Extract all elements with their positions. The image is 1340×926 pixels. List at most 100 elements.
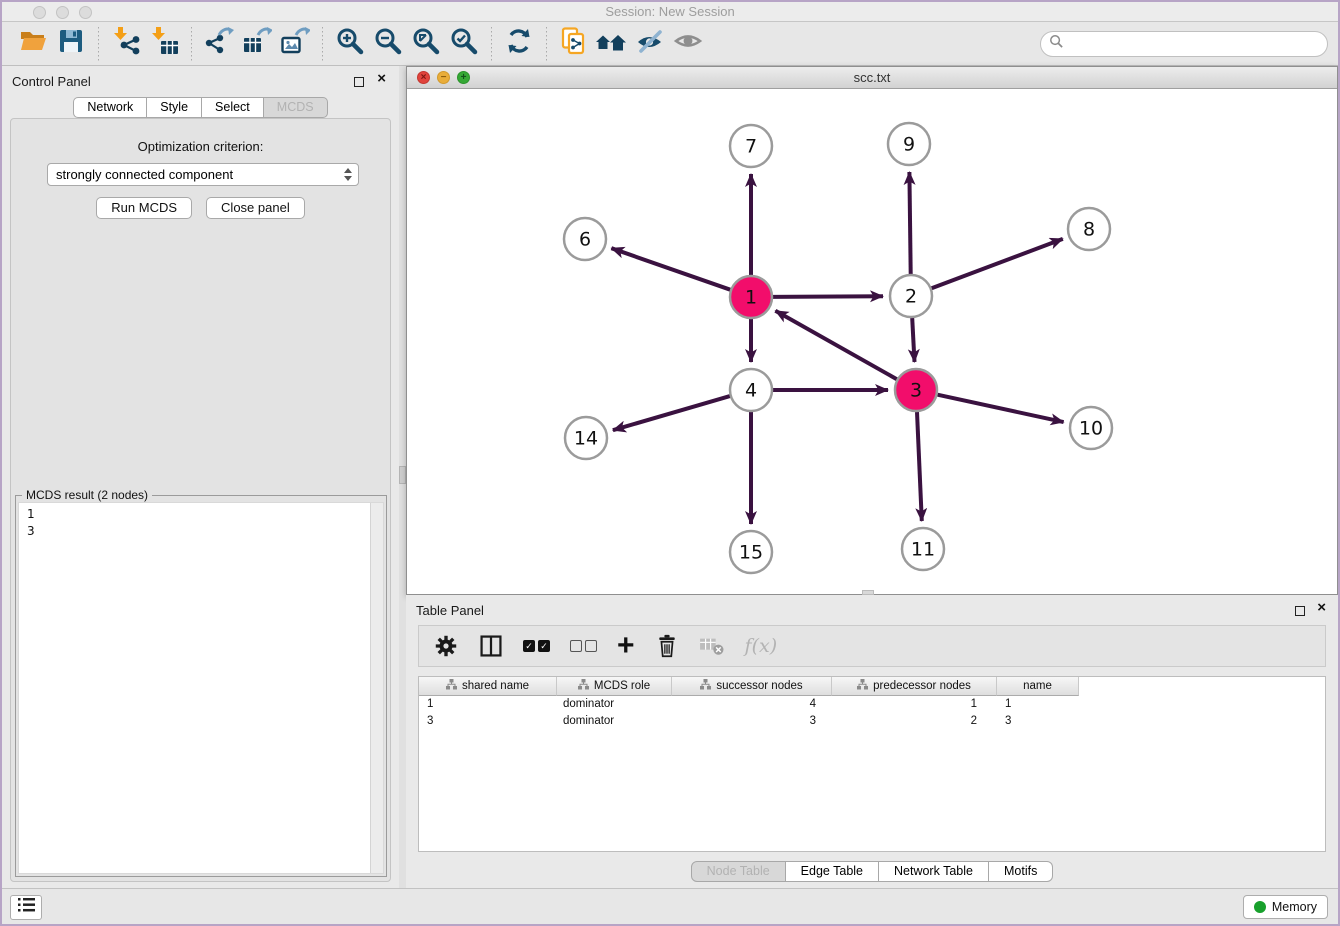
column-header-successor-nodes[interactable]: successor nodes — [672, 677, 832, 696]
graph-node-label: 10 — [1079, 418, 1103, 440]
graph-node-label: 1 — [745, 287, 757, 309]
column-header-name[interactable]: name — [997, 677, 1079, 696]
save-floppy-icon — [56, 26, 86, 61]
float-panel-icon[interactable] — [354, 77, 364, 87]
save-session-button[interactable] — [52, 26, 90, 62]
graph-node-2[interactable]: 2 — [890, 275, 932, 317]
search-input[interactable] — [1069, 34, 1327, 54]
column-header-predecessor-nodes[interactable]: predecessor nodes — [832, 677, 997, 696]
table-tab-network-table[interactable]: Network Table — [879, 861, 989, 882]
graph-edge-3-10[interactable] — [938, 395, 1064, 422]
refresh-view-button[interactable] — [500, 26, 538, 62]
graph-node-label: 4 — [745, 380, 757, 402]
graph-node-4[interactable]: 4 — [730, 369, 772, 411]
graph-node-14[interactable]: 14 — [565, 417, 607, 459]
mcds-result-lines: 1 3 — [19, 503, 383, 543]
network-canvas[interactable]: 7 9 6 8 1 2 4 3 14 10 15 11 — [407, 89, 1337, 594]
result-scrollbar[interactable] — [370, 503, 383, 873]
mcds-result-title: MCDS result (2 nodes) — [22, 488, 152, 502]
import-network-button[interactable] — [107, 26, 145, 62]
graph-node-1[interactable]: 1 — [730, 276, 772, 318]
close-panel-icon[interactable]: × — [377, 70, 386, 87]
tab-network[interactable]: Network — [73, 97, 147, 118]
graph-node-label: 8 — [1083, 219, 1095, 241]
graph-edge-3-1[interactable] — [775, 311, 896, 380]
graph-node-10[interactable]: 10 — [1070, 407, 1112, 449]
select-stepper-icon — [344, 168, 352, 181]
memory-label: Memory — [1272, 900, 1317, 914]
graph-node-7[interactable]: 7 — [730, 125, 772, 167]
show-details-button[interactable] — [669, 26, 707, 62]
select-all-columns-button[interactable]: ✓ ✓ — [523, 640, 550, 652]
graph-edge-4-14[interactable] — [613, 396, 730, 430]
hide-details-button[interactable] — [631, 26, 669, 62]
graph-edge-3-11[interactable] — [917, 412, 922, 521]
table-tab-node-table[interactable]: Node Table — [691, 861, 786, 882]
add-column-button[interactable]: + — [617, 633, 635, 659]
graph-edge-2-9[interactable] — [909, 172, 910, 274]
table-tab-motifs[interactable]: Motifs — [989, 861, 1053, 882]
table-row[interactable]: 1dominator411 — [419, 696, 1325, 713]
toolbar-separator — [546, 27, 547, 61]
graph-edge-2-8[interactable] — [932, 239, 1063, 288]
graph-node-9[interactable]: 9 — [888, 123, 930, 165]
import-table-button[interactable] — [145, 26, 183, 62]
column-header-MCDS-role[interactable]: MCDS role — [557, 677, 672, 696]
table-tab-edge-table[interactable]: Edge Table — [786, 861, 879, 882]
float-table-panel-icon[interactable] — [1295, 606, 1305, 616]
deselect-all-columns-button[interactable] — [570, 640, 597, 652]
graph-edge-1-6[interactable] — [611, 248, 730, 290]
function-builder-button[interactable]: f(x) — [745, 635, 778, 657]
export-table-button[interactable] — [238, 26, 276, 62]
close-panel-button[interactable]: Close panel — [206, 197, 305, 219]
delete-table-button[interactable] — [699, 635, 725, 657]
graph-node-15[interactable]: 15 — [730, 531, 772, 573]
graph-node-3[interactable]: 3 — [895, 369, 937, 411]
splitter-grip[interactable] — [399, 466, 406, 484]
node-table[interactable]: shared name MCDS role successor nodes pr… — [418, 676, 1326, 852]
graph-edge-1-2[interactable] — [773, 296, 883, 297]
graph-node-label: 9 — [903, 134, 915, 156]
graph-node-11[interactable]: 11 — [902, 528, 944, 570]
graph-node-label: 7 — [745, 136, 757, 158]
open-folder-icon — [18, 26, 48, 61]
graph-node-8[interactable]: 8 — [1068, 208, 1110, 250]
zoom-in-button[interactable] — [331, 26, 369, 62]
run-mcds-button[interactable]: Run MCDS — [96, 197, 192, 219]
close-table-panel-icon[interactable]: × — [1317, 599, 1326, 616]
home-layout-button[interactable] — [593, 26, 631, 62]
export-image-button[interactable] — [276, 26, 314, 62]
show-column-button[interactable] — [479, 634, 503, 658]
tab-style[interactable]: Style — [147, 97, 202, 118]
table-cell: 3 — [419, 713, 557, 730]
search-field[interactable] — [1040, 31, 1328, 57]
table-mode-gear-button[interactable] — [433, 633, 459, 659]
graph-edge-2-3[interactable] — [912, 318, 914, 362]
column-header-shared-name[interactable]: shared name — [419, 677, 557, 696]
houses-icon — [595, 26, 629, 61]
memory-button[interactable]: Memory — [1243, 895, 1328, 919]
main-toolbar — [2, 22, 1338, 66]
panel-splitter[interactable] — [399, 66, 406, 888]
open-session-button[interactable] — [14, 26, 52, 62]
tab-select[interactable]: Select — [202, 97, 264, 118]
toolbar-separator — [491, 27, 492, 61]
task-history-button[interactable] — [10, 895, 42, 920]
tree-hierarchy-icon — [446, 679, 457, 693]
delete-column-button[interactable] — [655, 633, 679, 659]
zoom-selected-button[interactable] — [445, 26, 483, 62]
mcds-result-textarea[interactable]: 1 3 — [18, 502, 384, 874]
table-row[interactable]: 3dominator323 — [419, 713, 1325, 730]
unchecked-checkbox-icon — [585, 640, 597, 652]
tab-mcds[interactable]: MCDS — [264, 97, 328, 118]
clone-network-button[interactable] — [555, 26, 593, 62]
zoom-out-button[interactable] — [369, 26, 407, 62]
export-network-button[interactable] — [200, 26, 238, 62]
status-bar: Memory — [2, 888, 1338, 924]
zoom-fit-button[interactable] — [407, 26, 445, 62]
optimization-criterion-select[interactable]: strongly connected component — [47, 163, 359, 186]
checked-checkbox-icon: ✓ — [523, 640, 535, 652]
eye-icon — [673, 26, 703, 61]
graph-node-6[interactable]: 6 — [564, 218, 606, 260]
table-cell: dominator — [557, 696, 672, 713]
